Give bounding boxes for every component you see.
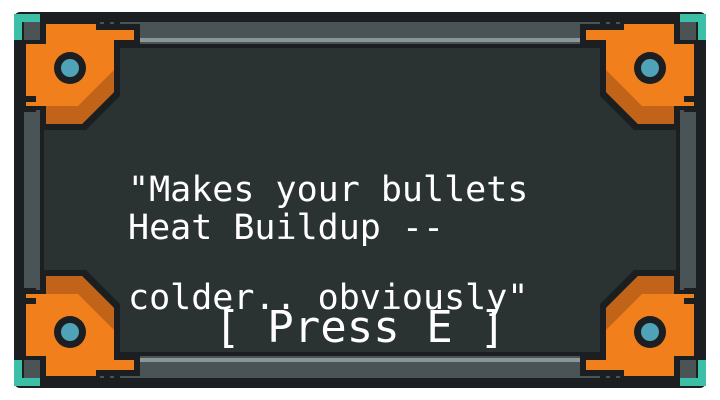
stat-modifier: Heat Buildup -- xyxy=(128,208,445,248)
press-e-prompt[interactable]: [ Press E ] xyxy=(0,304,720,352)
description-line-1: "Makes your bullets xyxy=(128,170,529,210)
frame-trim-top xyxy=(110,38,610,42)
item-tooltip-card: "Makes your bullets colder.. obviously" … xyxy=(0,0,720,400)
